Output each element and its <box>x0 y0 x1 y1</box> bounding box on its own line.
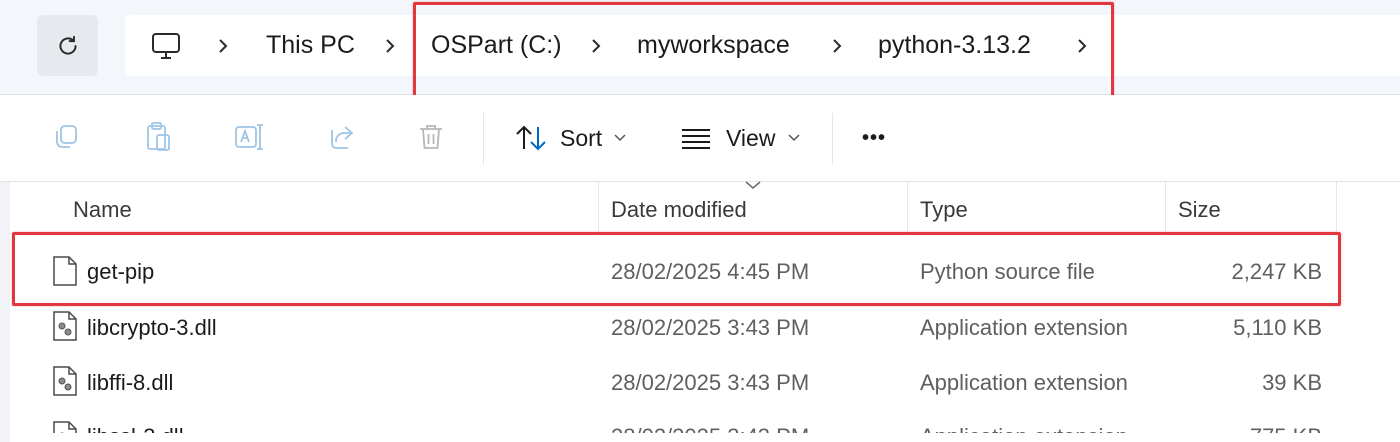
navigation-pane-edge <box>0 182 10 442</box>
chevron-right-icon[interactable] <box>831 15 843 76</box>
dll-file-icon <box>53 421 77 433</box>
paste-icon <box>147 122 170 151</box>
computer-icon <box>152 32 180 59</box>
refresh-button[interactable] <box>37 15 98 76</box>
file-type: Application extension <box>920 370 1128 395</box>
python-file-icon <box>53 256 77 286</box>
chevron-right-icon[interactable] <box>384 15 396 76</box>
column-header-date-modified[interactable]: Date modified <box>611 182 747 236</box>
file-row-get-pip[interactable]: get-pip 28/02/2025 4:45 PM Python source… <box>10 243 1340 299</box>
sort-indicator-icon <box>745 181 761 189</box>
command-bar: Sort View ••• <box>0 95 1400 182</box>
file-type: Application extension <box>920 315 1128 340</box>
address-bar-area: This PC OSPart (C:) myworkspace python-3… <box>0 0 1400 95</box>
file-name: libcrypto-3.dll <box>87 315 217 340</box>
file-date: 28/02/2025 4:45 PM <box>611 259 810 284</box>
breadcrumb-item-this-pc[interactable]: This PC <box>266 15 355 76</box>
file-row-libcrypto[interactable]: libcrypto-3.dll 28/02/2025 3:43 PM Appli… <box>10 304 1340 350</box>
view-list-icon <box>682 129 710 149</box>
file-name: libffi-8.dll <box>87 370 174 395</box>
file-name: get-pip <box>87 259 155 284</box>
this-pc-button[interactable] <box>151 15 181 76</box>
file-row-libssl[interactable]: libssl-3.dll 28/02/2025 3:43 PM Applicat… <box>10 414 1340 433</box>
copy-button[interactable] <box>46 117 86 157</box>
column-separator[interactable] <box>907 182 908 236</box>
column-separator[interactable] <box>1336 182 1337 236</box>
breadcrumb-item-python[interactable]: python-3.13.2 <box>878 15 1031 76</box>
sort-arrows-icon <box>516 125 546 151</box>
column-header-size[interactable]: Size <box>1178 182 1221 236</box>
rename-icon <box>235 124 263 150</box>
file-size: 5,110 KB <box>1233 315 1322 340</box>
delete-button[interactable] <box>411 117 451 157</box>
column-header-type[interactable]: Type <box>920 182 968 236</box>
file-name: libssl-3.dll <box>87 424 184 433</box>
toolbar-separator <box>832 113 833 165</box>
share-icon <box>331 126 354 149</box>
file-size: 2,247 KB <box>1231 259 1322 284</box>
chevron-down-icon <box>614 95 626 181</box>
rename-button[interactable] <box>229 117 269 157</box>
file-date: 28/02/2025 3:43 PM <box>611 370 810 395</box>
file-size: 39 KB <box>1262 370 1322 395</box>
file-date: 28/02/2025 3:43 PM <box>611 424 809 433</box>
column-header-name[interactable]: Name <box>73 182 132 236</box>
breadcrumb[interactable]: This PC OSPart (C:) myworkspace python-3… <box>125 15 1400 76</box>
column-separator[interactable] <box>598 182 599 236</box>
dll-file-icon <box>53 366 77 396</box>
chevron-down-icon <box>788 95 800 181</box>
column-separator[interactable] <box>1165 182 1166 236</box>
breadcrumb-item-ospart[interactable]: OSPart (C:) <box>431 15 562 76</box>
trash-icon <box>420 125 442 149</box>
toolbar-separator <box>483 113 484 165</box>
file-row-libffi[interactable]: libffi-8.dll 28/02/2025 3:43 PM Applicat… <box>10 359 1340 405</box>
view-button[interactable]: View <box>668 95 818 181</box>
chevron-right-icon[interactable] <box>217 15 229 76</box>
file-date: 28/02/2025 3:43 PM <box>611 315 810 340</box>
chevron-right-icon[interactable] <box>590 15 602 76</box>
file-type: Python source file <box>920 259 1095 284</box>
file-type: Application extension <box>920 424 1128 433</box>
paste-button[interactable] <box>138 117 178 157</box>
dll-file-icon <box>53 311 77 341</box>
chevron-right-icon[interactable] <box>1076 15 1088 76</box>
share-button[interactable] <box>321 117 361 157</box>
copy-icon <box>56 125 77 148</box>
sort-label: Sort <box>560 125 603 151</box>
file-size: 775 KB <box>1162 424 1322 433</box>
more-options-button[interactable]: ••• <box>862 95 886 181</box>
breadcrumb-item-myworkspace[interactable]: myworkspace <box>637 15 790 76</box>
refresh-icon <box>58 35 77 54</box>
sort-button[interactable]: Sort <box>500 95 640 181</box>
view-label: View <box>726 125 776 151</box>
